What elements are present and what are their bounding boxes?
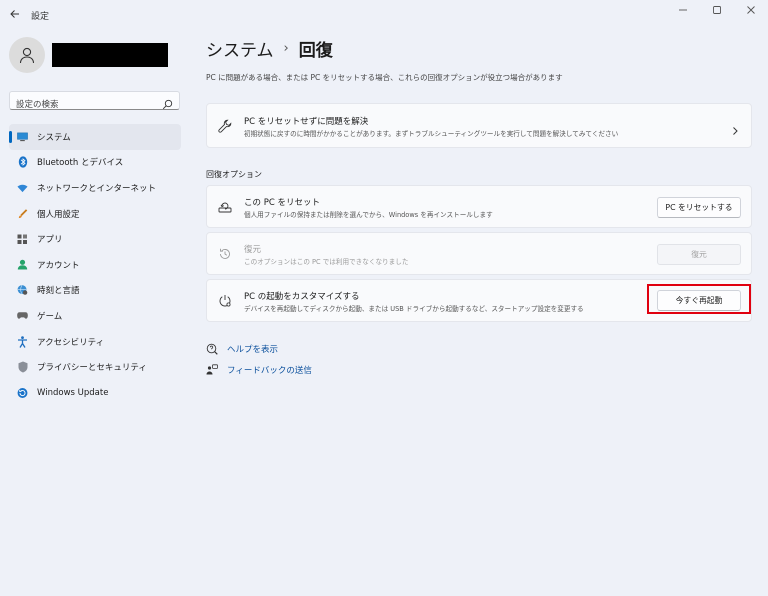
- display-icon: [17, 131, 28, 142]
- feedback-link-label[interactable]: フィードバックの送信: [227, 364, 312, 376]
- bluetooth-icon: [17, 156, 28, 168]
- help-link[interactable]: ヘルプを表示: [206, 343, 278, 355]
- globe-clock-icon: [17, 285, 28, 296]
- windows-update-icon: [17, 387, 28, 398]
- restart-button-highlight: [647, 284, 751, 314]
- sidebar-item-accessibility[interactable]: アクセシビリティ: [9, 329, 181, 355]
- card-title: PC の起動をカスタマイズする: [244, 292, 360, 302]
- minimize-icon[interactable]: [666, 0, 700, 20]
- sidebar-nav: システム Bluetooth とデバイス ネットワークとインターネット 個人用設…: [9, 124, 181, 406]
- sidebar-item-label: Bluetooth とデバイス: [37, 158, 124, 169]
- sidebar-item-time-language[interactable]: 時刻と言語: [9, 278, 181, 304]
- search-icon[interactable]: [162, 95, 173, 110]
- sidebar-item-label: アクセシビリティ: [37, 337, 105, 348]
- username-redacted: [52, 43, 168, 67]
- card-description: 個人用ファイルの保持または削除を選んでから、Windows を再インストールしま…: [244, 211, 493, 219]
- sidebar-item-label: アカウント: [37, 260, 80, 271]
- restore-history-icon: [217, 246, 233, 262]
- card-title: この PC をリセット: [244, 198, 320, 208]
- card-description: 初期状態に戻すのに時間がかかることがあります。まずトラブルシューティングツールを…: [244, 130, 619, 138]
- shield-icon: [17, 361, 28, 373]
- sidebar-item-personalization[interactable]: 個人用設定: [9, 201, 181, 227]
- sidebar-item-label: システム: [37, 132, 71, 143]
- user-profile[interactable]: [9, 37, 168, 73]
- feedback-icon: [206, 364, 218, 376]
- page-title: 回復: [298, 41, 333, 61]
- sidebar-item-label: 個人用設定: [37, 209, 80, 220]
- reset-pc-button[interactable]: PC をリセットする: [657, 197, 741, 218]
- section-label-recovery-options: 回復オプション: [206, 170, 262, 179]
- sidebar-item-label: ネットワークとインターネット: [37, 183, 157, 194]
- reset-pc-icon: [217, 199, 233, 215]
- back-arrow-icon[interactable]: [8, 8, 22, 22]
- breadcrumb: システム › 回復: [206, 36, 333, 61]
- window-controls: [666, 0, 768, 20]
- advanced-startup-icon: [217, 293, 233, 309]
- sidebar-item-windows-update[interactable]: Windows Update: [9, 380, 181, 406]
- sidebar-item-bluetooth[interactable]: Bluetooth とデバイス: [9, 150, 181, 176]
- sidebar-item-label: アプリ: [37, 235, 63, 246]
- gamepad-icon: [17, 310, 28, 321]
- breadcrumb-parent-link[interactable]: システム: [206, 36, 274, 61]
- chevron-right-icon: [731, 121, 739, 135]
- accessibility-icon: [17, 335, 28, 348]
- account-icon: [17, 259, 28, 270]
- help-link-label[interactable]: ヘルプを表示: [227, 343, 278, 355]
- sidebar-item-label: Windows Update: [37, 387, 109, 398]
- restore-card: 復元 このオプションはこの PC では利用できなくなりました 復元: [206, 232, 752, 275]
- card-description: このオプションはこの PC では利用できなくなりました: [244, 258, 409, 266]
- sidebar-item-gaming[interactable]: ゲーム: [9, 303, 181, 329]
- search-box[interactable]: [9, 91, 180, 114]
- sidebar-item-system[interactable]: システム: [9, 124, 181, 150]
- sidebar-item-apps[interactable]: アプリ: [9, 226, 181, 252]
- card-title: 復元: [244, 245, 262, 255]
- wrench-icon: [217, 118, 233, 134]
- apps-icon: [17, 234, 28, 245]
- sidebar-item-privacy-security[interactable]: プライバシーとセキュリティ: [9, 354, 181, 380]
- breadcrumb-separator: ›: [283, 41, 289, 56]
- sidebar-item-network[interactable]: ネットワークとインターネット: [9, 175, 181, 201]
- person-icon: [19, 47, 35, 64]
- sidebar-item-label: ゲーム: [37, 311, 63, 322]
- sidebar-item-accounts[interactable]: アカウント: [9, 252, 181, 278]
- app-title: 設定: [31, 12, 50, 22]
- restore-button: 復元: [657, 244, 741, 265]
- brush-icon: [17, 208, 28, 219]
- help-icon: [206, 343, 218, 355]
- maximize-icon[interactable]: [700, 0, 734, 20]
- close-icon[interactable]: [734, 0, 768, 20]
- reset-pc-card: この PC をリセット 個人用ファイルの保持または削除を選んでから、Window…: [206, 185, 752, 228]
- wifi-icon: [17, 182, 28, 193]
- card-description: デバイスを再起動してディスクから起動、または USB ドライブから起動するなど、…: [244, 305, 584, 313]
- card-title: PC をリセットせずに問題を解決: [244, 117, 369, 127]
- avatar: [9, 37, 45, 73]
- title-bar: 設定: [0, 0, 768, 30]
- sidebar-item-label: 時刻と言語: [37, 286, 80, 297]
- sidebar-item-label: プライバシーとセキュリティ: [37, 363, 147, 374]
- page-description: PC に問題がある場合、または PC をリセットする場合、これらの回復オプション…: [206, 73, 563, 82]
- troubleshoot-card[interactable]: PC をリセットせずに問題を解決 初期状態に戻すのに時間がかかることがあります。…: [206, 103, 752, 148]
- feedback-link[interactable]: フィードバックの送信: [206, 364, 312, 376]
- search-input[interactable]: [10, 96, 160, 114]
